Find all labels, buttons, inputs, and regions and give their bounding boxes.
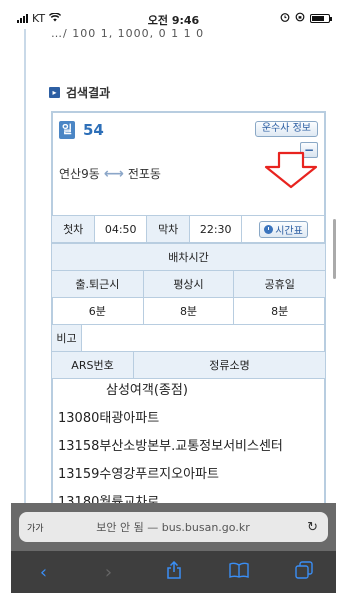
red-down-arrow-icon bbox=[264, 151, 318, 189]
operator-info-button[interactable]: 운수사 정보 bbox=[254, 121, 318, 137]
list-item[interactable]: 13080태광아파트 bbox=[53, 407, 324, 435]
last-bus-label: 막차 bbox=[145, 215, 191, 243]
interval-col-rush: 출.퇴근시 bbox=[51, 270, 144, 298]
web-content: …/ 100 1, 1000, 0 1 1 0 ▸ 검색결과 일 54 운수사 … bbox=[11, 29, 336, 514]
two-way-arrow-icon: ⟷ bbox=[103, 165, 124, 182]
address-bar-area: 가가 보안 안 됨 — bus.busan.go.kr ↻ bbox=[11, 503, 336, 551]
list-item[interactable]: 13159수영강푸르지오아파트 bbox=[53, 463, 324, 491]
bullet-icon: ▸ bbox=[49, 87, 60, 98]
alarm-icon bbox=[280, 12, 290, 25]
route-header: 일 54 bbox=[59, 121, 104, 139]
timetable-button-label: 시간표 bbox=[275, 225, 303, 237]
reload-icon[interactable]: ↻ bbox=[307, 520, 318, 535]
route-endpoints: 연산9동 ⟷ 전포동 bbox=[59, 165, 161, 182]
address-bar[interactable]: 가가 보안 안 됨 — bus.busan.go.kr ↻ bbox=[19, 512, 328, 542]
interval-col-holiday: 공휴일 bbox=[233, 270, 326, 298]
url-text[interactable]: 보안 안 됨 — bus.busan.go.kr bbox=[59, 519, 287, 535]
stop-list: 삼성여객(종점) 13080태광아파트 13158부산소방본부.교통정보서비스센… bbox=[53, 375, 324, 514]
page-scrollbar[interactable] bbox=[333, 219, 336, 279]
last-bus-time: 22:30 bbox=[189, 215, 242, 243]
interval-rush-value: 6분 bbox=[51, 297, 144, 325]
interval-col-normal: 평상시 bbox=[142, 270, 235, 298]
status-right bbox=[280, 12, 332, 25]
interval-normal-value: 8분 bbox=[142, 297, 235, 325]
previous-content-text: …/ 100 1, 1000, 0 1 1 0 bbox=[51, 29, 205, 40]
interval-table: 배차시간 출.퇴근시 평상시 공휴일 6분 8분 8분 bbox=[51, 243, 326, 325]
stop-terminal[interactable]: 삼성여객(종점) bbox=[53, 379, 324, 407]
left-border-line bbox=[24, 29, 26, 514]
back-icon[interactable]: ‹ bbox=[29, 562, 59, 583]
timetable-cell: 시간표 bbox=[241, 215, 326, 243]
list-item[interactable]: 13158부산소방본부.교통정보서비스센터 bbox=[53, 435, 324, 463]
interval-holiday-value: 8분 bbox=[233, 297, 326, 325]
first-last-bus-table: 첫차 04:50 막차 22:30 시간표 bbox=[50, 215, 326, 243]
route-number: 54 bbox=[83, 121, 104, 139]
clock-icon bbox=[264, 224, 274, 234]
start-stop: 연산9동 bbox=[59, 167, 100, 181]
first-bus-time: 04:50 bbox=[94, 215, 147, 243]
route-type-badge: 일 bbox=[59, 121, 75, 139]
page-settings-button[interactable]: 가가 bbox=[27, 521, 44, 534]
bookmarks-icon[interactable] bbox=[224, 562, 254, 583]
battery-icon bbox=[310, 14, 332, 23]
phone-screen: KT 오전 9:46 …/ 100 1, 1000, 0 1 1 0 ▸ 검색결… bbox=[11, 9, 336, 593]
result-box: 일 54 운수사 정보 − 연산9동 ⟷ 전포동 첫차 04:50 막차 22:… bbox=[50, 111, 326, 514]
remark-value bbox=[81, 324, 326, 352]
remark-and-stops-header: 비고 ARS번호 정류소명 bbox=[51, 324, 326, 379]
remark-label: 비고 bbox=[51, 324, 82, 352]
forward-icon[interactable]: › bbox=[94, 562, 124, 583]
browser-toolbar: ‹ › bbox=[11, 551, 336, 593]
share-icon[interactable] bbox=[159, 560, 189, 584]
interval-header: 배차시간 bbox=[51, 243, 326, 271]
section-header: ▸ 검색결과 bbox=[49, 84, 110, 101]
first-bus-label: 첫차 bbox=[50, 215, 96, 243]
status-bar: KT 오전 9:46 bbox=[11, 9, 336, 29]
timetable-button[interactable]: 시간표 bbox=[259, 220, 308, 238]
tabs-icon[interactable] bbox=[289, 560, 319, 584]
section-title: 검색결과 bbox=[66, 86, 111, 100]
end-stop: 전포동 bbox=[127, 167, 161, 181]
rotation-lock-icon bbox=[295, 12, 305, 25]
